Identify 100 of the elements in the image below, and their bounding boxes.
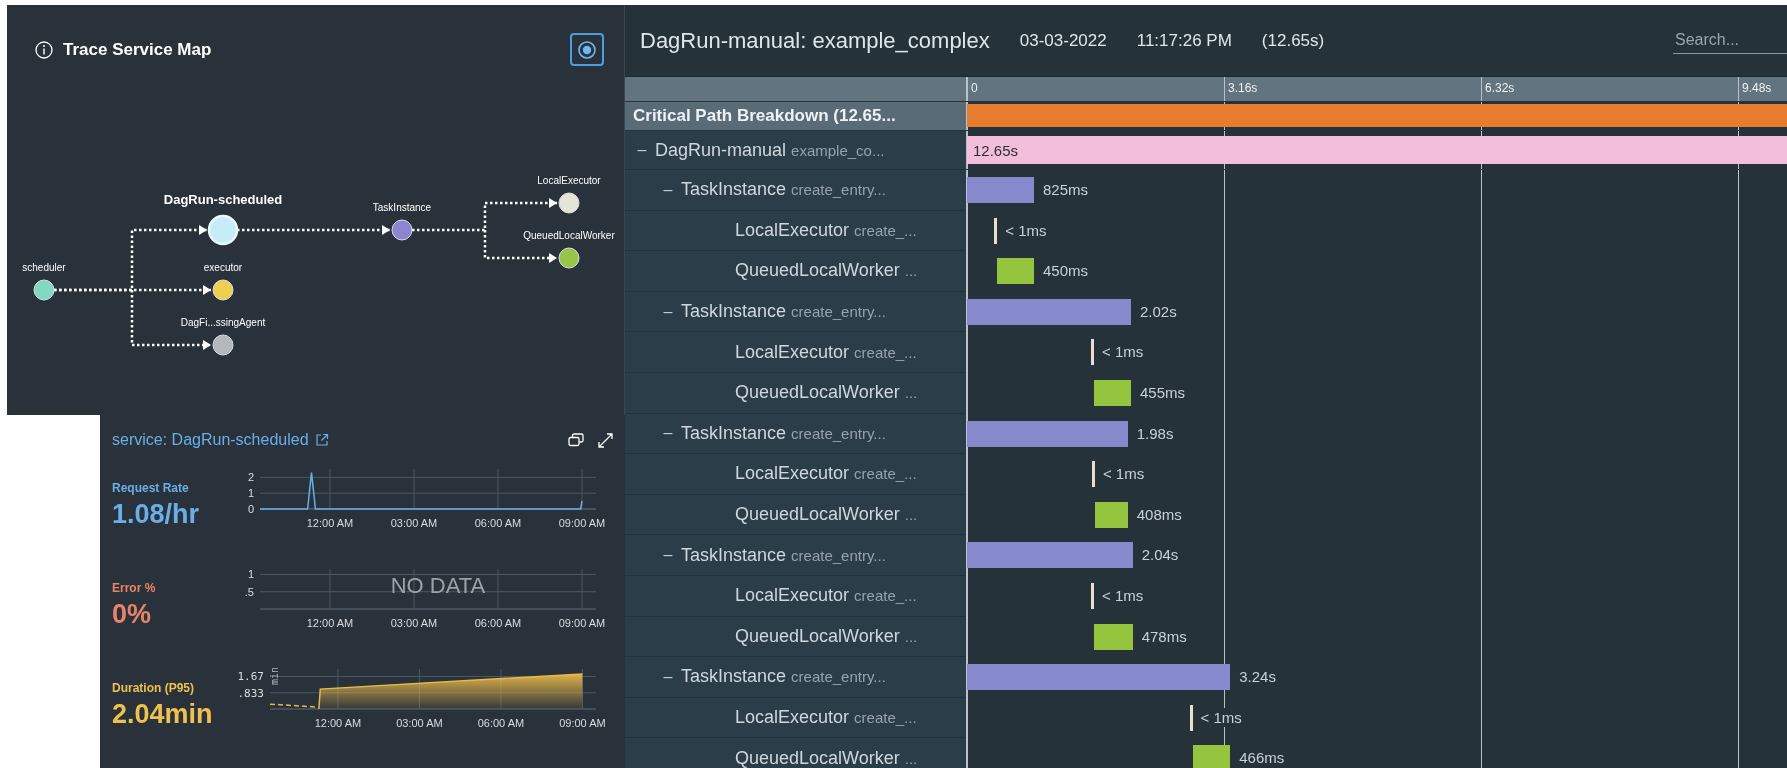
x-tick-label: 12:00 AM — [314, 717, 362, 729]
service-node[interactable] — [212, 279, 234, 301]
expand-icon[interactable] — [598, 432, 613, 448]
node-label: DagRun-scheduled — [163, 192, 283, 207]
span-operation-name[interactable]: create_entry... — [791, 181, 886, 199]
span-marker[interactable] — [1189, 704, 1193, 731]
span-marker[interactable] — [1091, 461, 1095, 488]
span-service-name[interactable]: LocalExecutor — [735, 585, 850, 607]
no-data-message: NO DATA — [390, 573, 486, 598]
metric-value: 1.08/hr — [112, 499, 201, 530]
node-label: executor — [203, 262, 243, 273]
span-service-name[interactable]: LocalExecutor — [735, 707, 850, 728]
span-service-name[interactable]: QueuedLocalWorker — [735, 504, 900, 526]
row-title: Critical Path Breakdown (12.65... — [632, 106, 896, 126]
info-icon[interactable] — [35, 40, 53, 59]
y-tick-label: 1 — [247, 568, 254, 581]
service-node[interactable] — [212, 334, 234, 356]
span-bar[interactable] — [967, 298, 1131, 325]
y-tick-label: 1.67 — [237, 670, 264, 684]
x-tick-label: 06:00 AM — [474, 517, 522, 529]
span-operation-name[interactable]: create_... — [854, 221, 917, 239]
x-tick-label: 09:00 AM — [558, 517, 606, 529]
service-node[interactable] — [558, 247, 580, 269]
span-service-name[interactable]: TaskInstance — [681, 179, 787, 201]
x-tick-label: 12:00 AM — [306, 617, 354, 629]
node-label: LocalExecutor — [537, 175, 601, 186]
target-icon — [577, 39, 597, 60]
span-bar[interactable] — [1094, 379, 1131, 406]
x-tick-label: 03:00 AM — [390, 517, 438, 529]
span-operation-name[interactable]: create_... — [854, 343, 917, 361]
service-node[interactable] — [558, 192, 580, 214]
search-field[interactable]: Search... — [1673, 27, 1787, 54]
node-label: scheduler — [22, 262, 66, 273]
span-operation-name[interactable]: create_... — [854, 709, 917, 726]
external-link-icon[interactable] — [314, 433, 329, 447]
span-bar[interactable] — [967, 664, 1231, 691]
service-title-link[interactable]: service: DagRun-scheduled — [112, 431, 309, 449]
span-service-name[interactable]: QueuedLocalWorker — [735, 260, 900, 282]
time-tick-label: 3.16s — [1228, 81, 1258, 95]
span-operation-name[interactable]: ... — [904, 262, 918, 280]
collapse-toggle[interactable]: – — [655, 546, 681, 565]
collapse-toggle[interactable]: – — [655, 424, 681, 443]
span-marker[interactable] — [1091, 339, 1095, 366]
service-node[interactable] — [33, 279, 55, 301]
span-operation-name[interactable]: ... — [904, 749, 918, 767]
span-service-name[interactable]: QueuedLocalWorker — [735, 625, 900, 647]
time-tick-label: 0 — [971, 81, 978, 95]
node-label: DagFi...ssingAgent — [180, 317, 266, 328]
span-operation-name[interactable]: ... — [904, 384, 918, 402]
collapse-toggle[interactable]: – — [655, 180, 681, 199]
span-service-name[interactable]: LocalExecutor — [735, 341, 850, 363]
span-service-name[interactable]: QueuedLocalWorker — [735, 382, 900, 404]
span-bar[interactable] — [967, 542, 1133, 569]
span-service-name[interactable]: TaskInstance — [681, 544, 787, 566]
span-service-name[interactable]: TaskInstance — [681, 301, 787, 323]
span-operation-name[interactable]: create_... — [854, 587, 917, 605]
node-label: TaskInstance — [372, 202, 432, 213]
span-bar[interactable] — [1094, 623, 1133, 650]
span-service-name[interactable]: QueuedLocalWorker — [735, 747, 900, 768]
span-bar[interactable] — [1094, 501, 1128, 528]
span-service-name[interactable]: LocalExecutor — [735, 219, 850, 241]
node-label: QueuedLocalWorker — [523, 230, 615, 241]
span-duration: 12.65s — [972, 141, 1019, 159]
span-marker[interactable] — [1091, 582, 1095, 609]
span-operation-name[interactable]: create_entry... — [791, 424, 886, 442]
span-service-name[interactable]: TaskInstance — [681, 666, 787, 688]
span-operation-name[interactable]: create_entry... — [791, 303, 886, 321]
span-bar[interactable] — [997, 258, 1034, 285]
metric-value: 0% — [112, 599, 153, 630]
service-node[interactable] — [391, 219, 413, 241]
collapse-toggle[interactable]: – — [655, 302, 681, 321]
span-service-name[interactable]: DagRun-manual — [655, 139, 787, 161]
y-tick-label: .833 — [237, 686, 264, 700]
span-service-name[interactable]: TaskInstance — [681, 422, 787, 444]
span-bar[interactable] — [1192, 745, 1231, 768]
trace-time: 11:17:26 PM — [1136, 30, 1232, 51]
y-tick-label: 0 — [247, 503, 254, 515]
span-duration: < 1ms — [1198, 707, 1244, 727]
trace-duration: (12.65s) — [1261, 30, 1325, 51]
span-operation-name[interactable]: create_entry... — [791, 668, 886, 686]
x-tick-label: 09:00 AM — [558, 617, 606, 629]
y-tick-label: 1 — [247, 487, 254, 500]
span-operation-name[interactable]: create_entry... — [791, 546, 886, 564]
span-operation-name[interactable]: ... — [904, 627, 918, 645]
collapse-toggle[interactable]: – — [629, 141, 655, 159]
metric-value: 2.04min — [112, 699, 214, 730]
time-tick-label: 9.48s — [1742, 81, 1772, 95]
collapse-toggle[interactable]: – — [655, 667, 681, 686]
span-marker[interactable] — [994, 217, 998, 244]
x-tick-label: 12:00 AM — [306, 517, 354, 529]
span-bar[interactable] — [967, 420, 1128, 447]
focus-button[interactable] — [570, 33, 604, 66]
span-operation-name[interactable]: ... — [904, 506, 918, 524]
span-service-name[interactable]: LocalExecutor — [735, 463, 850, 485]
span-bar[interactable]: 12.65s — [967, 136, 1787, 164]
span-operation-name[interactable]: create_... — [854, 465, 917, 483]
x-tick-label: 06:00 AM — [474, 617, 522, 629]
restore-window-icon[interactable] — [568, 433, 584, 447]
metric-label: Duration (P95) — [112, 681, 195, 695]
span-operation-name[interactable]: example_co... — [791, 141, 885, 159]
